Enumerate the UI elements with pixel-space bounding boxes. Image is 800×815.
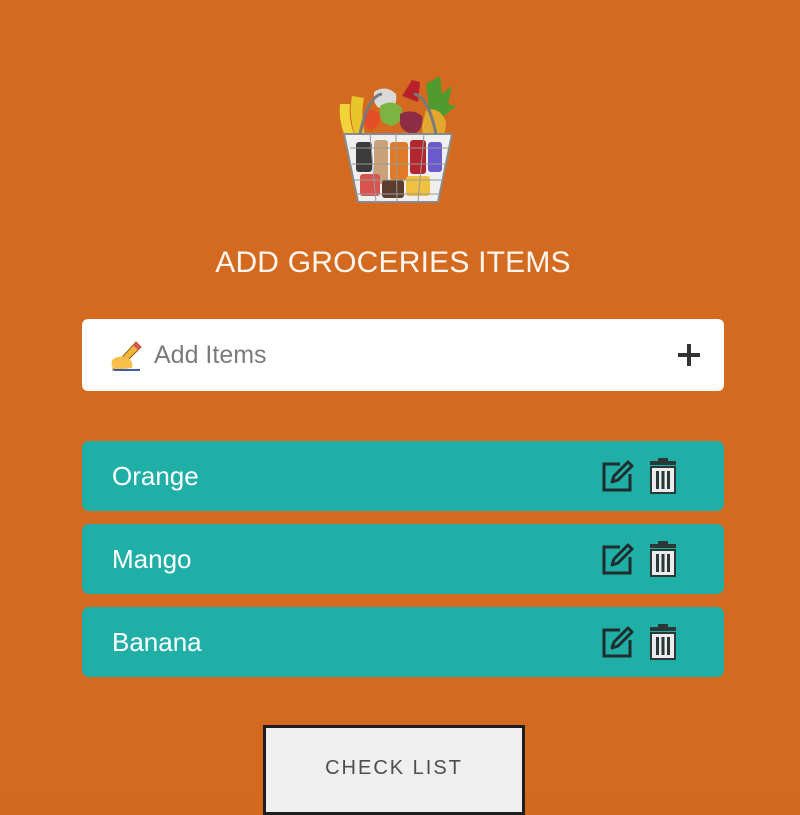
writing-hand-icon — [110, 338, 144, 372]
grocery-list: Orange Mango Banana — [82, 441, 724, 690]
trash-icon[interactable] — [644, 540, 682, 578]
grocery-basket-icon — [339, 76, 456, 203]
trash-icon[interactable] — [644, 457, 682, 495]
item-label: Banana — [112, 627, 202, 657]
app-page: ADD GROCERIES ITEMS Orange — [0, 0, 800, 815]
item-label: Orange — [112, 461, 199, 491]
add-items-input[interactable] — [152, 334, 656, 376]
check-list-button[interactable]: CHECK LIST — [263, 725, 525, 815]
item-label: Mango — [112, 544, 192, 574]
page-title: ADD GROCERIES ITEMS — [215, 246, 571, 279]
add-item-form — [82, 319, 724, 391]
edit-icon[interactable] — [597, 540, 635, 578]
trash-icon[interactable] — [644, 623, 682, 661]
list-item: Banana — [82, 607, 724, 677]
list-item: Mango — [82, 524, 724, 594]
edit-icon[interactable] — [597, 457, 635, 495]
list-item: Orange — [82, 441, 724, 511]
plus-icon[interactable] — [672, 338, 706, 372]
edit-icon[interactable] — [597, 623, 635, 661]
